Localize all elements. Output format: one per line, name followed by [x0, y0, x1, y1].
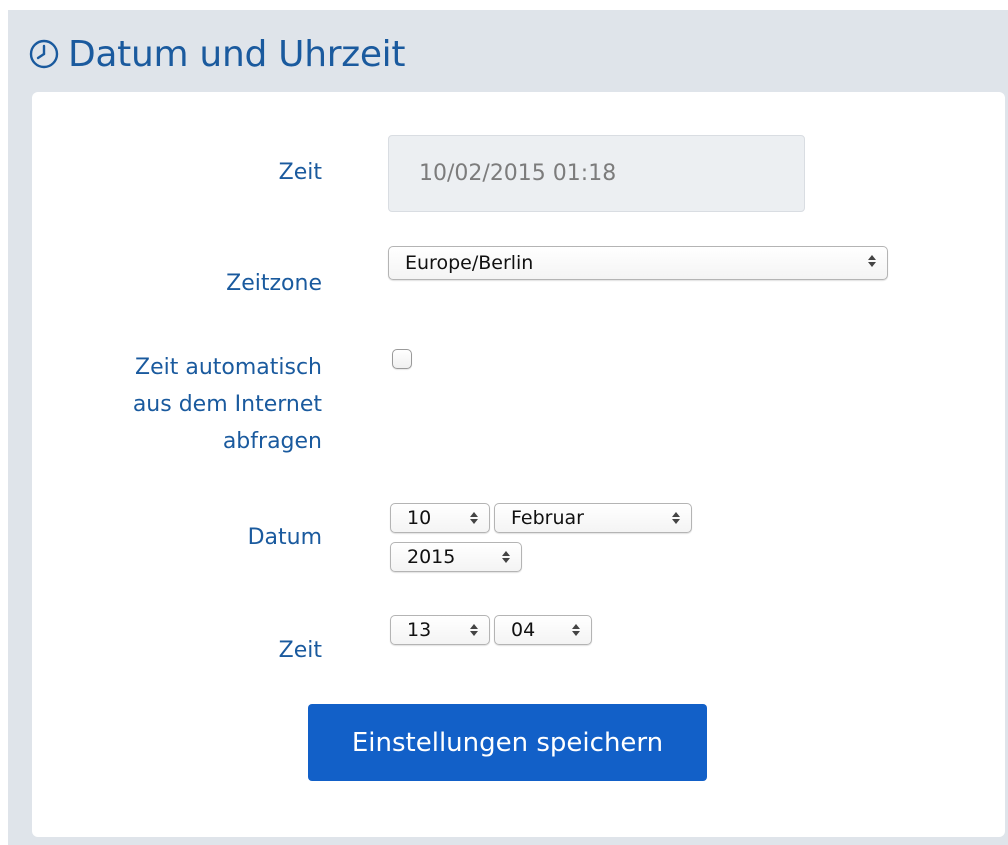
select-arrows-icon — [469, 620, 479, 640]
minute-select[interactable]: 04 — [494, 615, 592, 645]
current-time-label: Zeit — [278, 160, 322, 185]
time-label: Zeit — [278, 638, 322, 663]
day-value: 10 — [407, 507, 432, 529]
auto-time-checkbox[interactable] — [392, 349, 412, 369]
current-time-value: 10/02/2015 01:18 — [419, 161, 617, 186]
page-title: Datum und Uhrzeit — [68, 33, 406, 75]
month-value: Februar — [511, 507, 584, 529]
select-arrows-icon — [469, 508, 479, 528]
select-arrows-icon — [501, 547, 511, 567]
minute-value: 04 — [511, 619, 536, 641]
day-select[interactable]: 10 — [390, 503, 490, 533]
settings-panel: Datum und Uhrzeit Zeit 10/02/2015 01:18 … — [8, 10, 1008, 845]
timezone-label: Zeitzone — [226, 271, 322, 296]
year-value: 2015 — [407, 546, 456, 568]
timezone-value: Europe/Berlin — [405, 252, 534, 274]
clock-icon — [28, 38, 60, 70]
timezone-select[interactable]: Europe/Berlin — [388, 246, 888, 280]
hour-select[interactable]: 13 — [390, 615, 490, 645]
panel-header: Datum und Uhrzeit — [28, 26, 405, 82]
select-arrows-icon — [867, 251, 877, 271]
save-settings-button[interactable]: Einstellungen speichern — [308, 704, 707, 781]
settings-card: Zeit 10/02/2015 01:18 Zeitzone Europe/Be… — [32, 92, 1005, 837]
hour-value: 13 — [407, 619, 432, 641]
auto-time-label-line3: abfragen — [222, 429, 322, 454]
auto-time-label-line2: aus dem Internet — [132, 392, 322, 417]
current-time-field: 10/02/2015 01:18 — [388, 135, 805, 212]
month-select[interactable]: Februar — [494, 503, 692, 533]
year-select[interactable]: 2015 — [390, 542, 522, 572]
auto-time-label-line1: Zeit automatisch — [135, 355, 322, 380]
select-arrows-icon — [671, 508, 681, 528]
date-label: Datum — [247, 525, 322, 550]
select-arrows-icon — [571, 620, 581, 640]
save-settings-label: Einstellungen speichern — [351, 727, 664, 758]
